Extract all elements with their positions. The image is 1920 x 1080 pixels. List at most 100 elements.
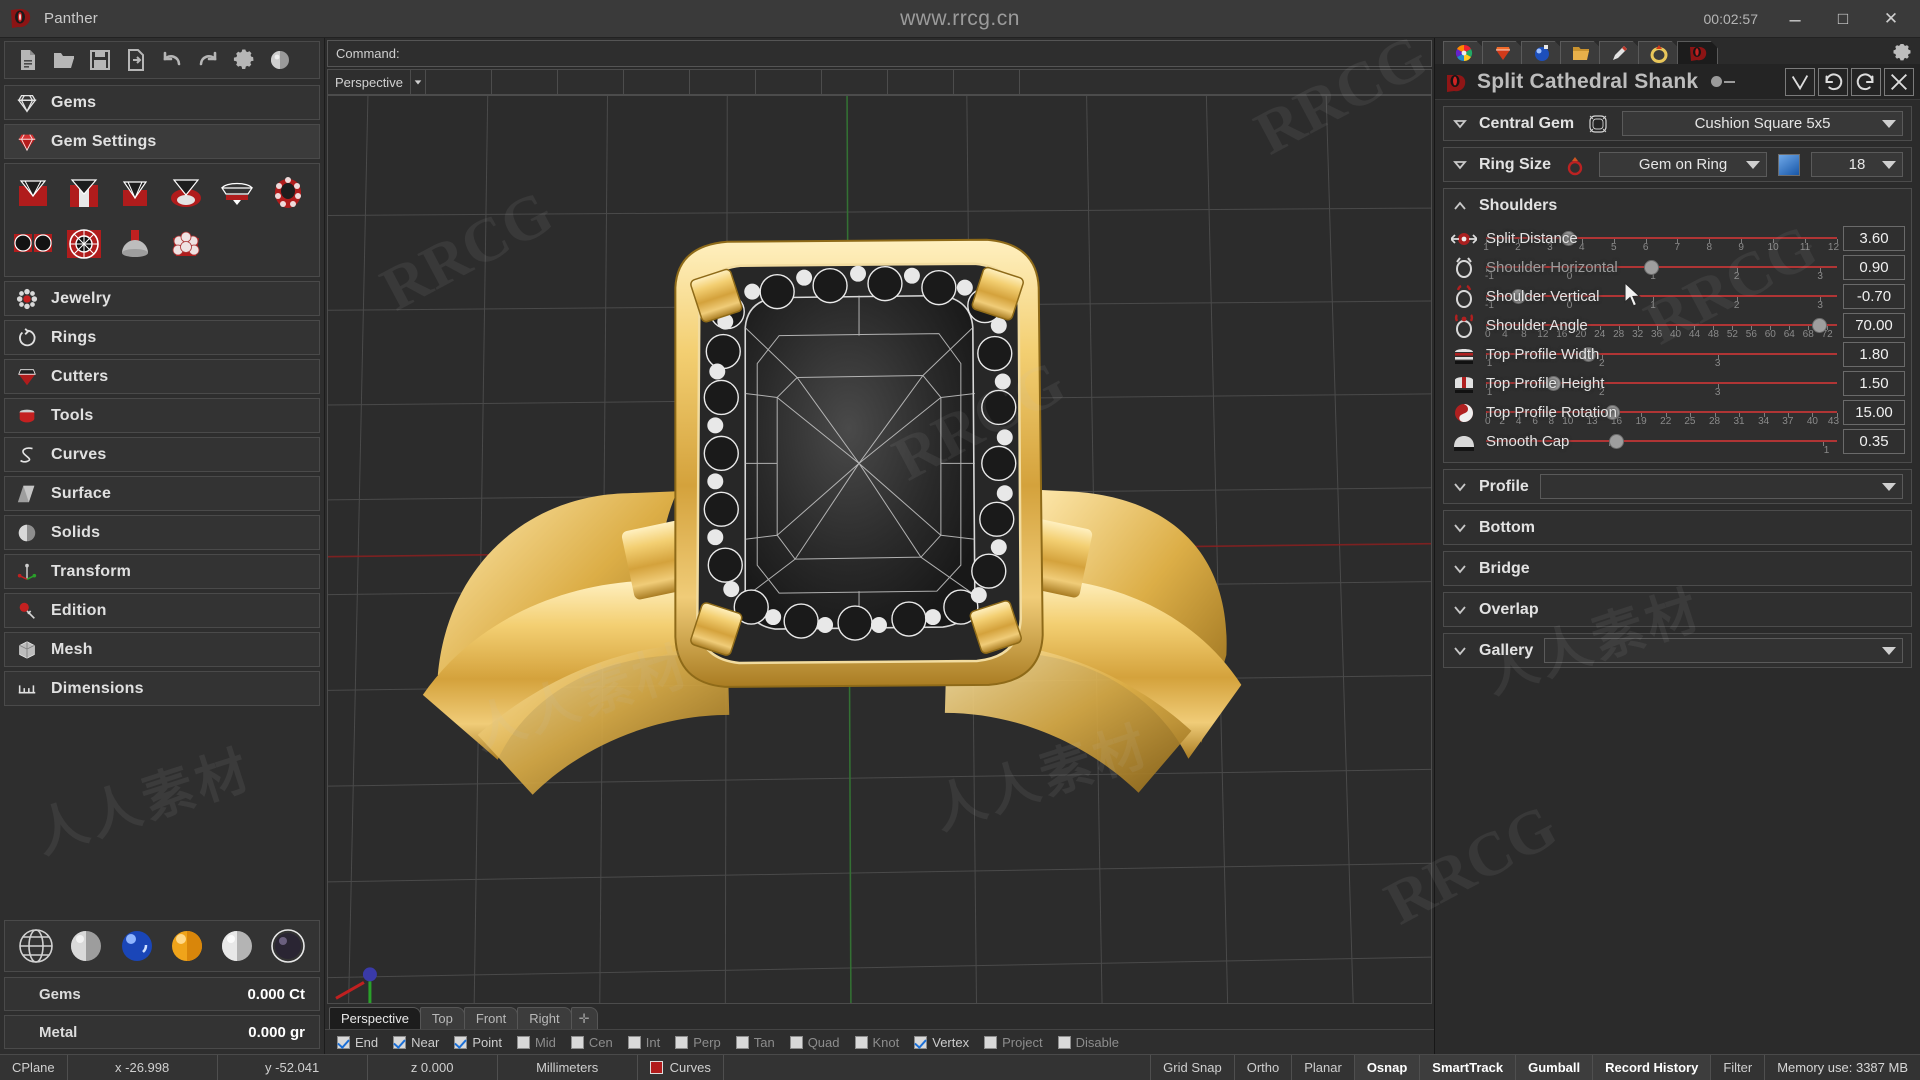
group-header[interactable]: Bottom: [1444, 511, 1911, 544]
viewport-toolbar-cell[interactable]: [822, 70, 888, 94]
checkbox[interactable]: [789, 1035, 803, 1049]
snap-int[interactable]: Int: [622, 1035, 666, 1050]
tab-ring[interactable]: [1638, 41, 1679, 64]
checkbox[interactable]: [454, 1035, 468, 1049]
maximize-button[interactable]: □: [1832, 8, 1854, 30]
snap-knot[interactable]: Knot: [849, 1035, 906, 1050]
globe-icon[interactable]: [16, 926, 56, 966]
slider-value[interactable]: -0.70: [1843, 284, 1905, 309]
viewport-toolbar-cell[interactable]: [492, 70, 558, 94]
group-header[interactable]: Bridge: [1444, 552, 1911, 585]
toggle-osnap[interactable]: Osnap: [1354, 1055, 1421, 1080]
snap-mid[interactable]: Mid: [511, 1035, 562, 1050]
white-sphere-swatch[interactable]: [217, 926, 257, 966]
snap-tan[interactable]: Tan: [730, 1035, 781, 1050]
snap-vertex[interactable]: Vertex: [908, 1035, 975, 1050]
checkbox[interactable]: [1057, 1035, 1071, 1049]
sidebar-item-jewelry[interactable]: Jewelry: [4, 281, 320, 316]
group-header[interactable]: Overlap: [1444, 593, 1911, 626]
gem-pave-round-icon[interactable]: [60, 220, 108, 268]
tab-pencil[interactable]: [1599, 41, 1640, 64]
tab-sphere[interactable]: [1521, 41, 1562, 64]
checkbox[interactable]: [914, 1035, 928, 1049]
checkbox[interactable]: [675, 1035, 689, 1049]
tab-folder[interactable]: [1560, 41, 1601, 64]
save-icon[interactable]: [83, 45, 117, 75]
tab-color-wheel[interactable]: [1443, 41, 1484, 64]
snap-cen[interactable]: Cen: [565, 1035, 619, 1050]
sidebar-item-mesh[interactable]: Mesh: [4, 632, 320, 667]
checkbox[interactable]: [516, 1035, 530, 1049]
slider-value[interactable]: 0.35: [1843, 429, 1905, 454]
toggle-record-history[interactable]: Record History: [1593, 1055, 1712, 1080]
sidebar-item-edition[interactable]: Edition: [4, 593, 320, 628]
viewport-tab-perspective[interactable]: Perspective: [329, 1007, 421, 1029]
check-icon[interactable]: [1785, 67, 1815, 96]
gem-setting-marquise-icon[interactable]: [213, 170, 261, 218]
sidebar-item-rings[interactable]: Rings: [4, 320, 320, 355]
ring-size-color-swatch[interactable]: [1778, 153, 1800, 176]
sidebar-item-surface[interactable]: Surface: [4, 476, 320, 511]
sidebar-item-solids[interactable]: Solids: [4, 515, 320, 550]
chevron-down-icon[interactable]: [1452, 643, 1468, 659]
sidebar-item-cutters[interactable]: Cutters: [4, 359, 320, 394]
chevron-down-icon[interactable]: [1452, 157, 1468, 173]
redo-icon[interactable]: [191, 45, 225, 75]
viewport-toolbar-cell[interactable]: [624, 70, 690, 94]
undo-icon[interactable]: [1818, 67, 1848, 96]
sidebar-item-curves[interactable]: Curves: [4, 437, 320, 472]
viewport-tab-top[interactable]: Top: [419, 1007, 465, 1029]
status-units[interactable]: Millimeters: [498, 1055, 638, 1080]
viewport-toolbar-cell[interactable]: [558, 70, 624, 94]
snap-perp[interactable]: Perp: [669, 1035, 726, 1050]
viewport-toolbar-cell[interactable]: [426, 70, 492, 94]
snap-near[interactable]: Near: [387, 1035, 445, 1050]
close-button[interactable]: ✕: [1880, 8, 1902, 30]
group-header[interactable]: Shoulders: [1444, 189, 1911, 222]
panel-settings-gear-icon[interactable]: [1892, 43, 1912, 63]
snap-point[interactable]: Point: [448, 1035, 508, 1050]
gem-pave-pair-icon[interactable]: [9, 220, 57, 268]
dark-sphere-swatch-selected[interactable]: [268, 926, 308, 966]
ring-size-value-combo[interactable]: 18: [1811, 152, 1903, 177]
checkbox[interactable]: [337, 1035, 350, 1049]
slider-knob[interactable]: [1608, 434, 1624, 449]
checkbox[interactable]: [854, 1035, 868, 1049]
gem-setting-halo-icon[interactable]: [162, 170, 210, 218]
snap-project[interactable]: Project: [978, 1035, 1048, 1050]
toggle-ortho[interactable]: Ortho: [1235, 1055, 1293, 1080]
group-header[interactable]: Central Gem Cushion Square 5x5: [1444, 107, 1911, 140]
toggle-smarttrack[interactable]: SmartTrack: [1420, 1055, 1517, 1080]
gem-setting-prong-icon[interactable]: [60, 170, 108, 218]
chevron-down-icon[interactable]: [1452, 561, 1468, 577]
sidebar-item-tools[interactable]: Tools: [4, 398, 320, 433]
gear-icon[interactable]: [227, 45, 261, 75]
snap-end[interactable]: End: [331, 1035, 384, 1050]
chevron-down-icon[interactable]: [409, 70, 426, 94]
slider-value[interactable]: 70.00: [1843, 313, 1905, 338]
chevron-down-icon[interactable]: [1452, 116, 1468, 132]
gem-setting-basket-icon[interactable]: [9, 170, 57, 218]
viewport-toolbar-cell[interactable]: [756, 70, 822, 94]
chevron-down-icon[interactable]: [1452, 602, 1468, 618]
gem-cluster-dome-icon[interactable]: [162, 220, 210, 268]
status-cplane[interactable]: CPlane: [0, 1055, 68, 1080]
slider-top-profile-height[interactable]: 1 2 3 Top Profile Height 1.50: [1450, 369, 1905, 398]
toggle-filter[interactable]: Filter: [1711, 1055, 1766, 1080]
checkbox[interactable]: [393, 1035, 407, 1049]
slider-value[interactable]: 1.80: [1843, 342, 1905, 367]
toggle-planar[interactable]: Planar: [1292, 1055, 1355, 1080]
silver-sphere-swatch[interactable]: [66, 926, 106, 966]
toggle-gumball[interactable]: Gumball: [1516, 1055, 1594, 1080]
viewport-toolbar-cell[interactable]: [690, 70, 756, 94]
new-file-icon[interactable]: [11, 45, 45, 75]
ring-size-mode-combo[interactable]: Gem on Ring: [1599, 152, 1767, 177]
slider-shoulder-horizontal[interactable]: -1 0 1 2 3 Shoulder Horizontal 0.90: [1450, 253, 1905, 282]
gem-setting-cluster-icon[interactable]: [264, 170, 312, 218]
gem-cutter-cone-icon[interactable]: [111, 220, 159, 268]
gallery-combo[interactable]: [1544, 638, 1903, 663]
group-header[interactable]: Profile: [1444, 470, 1911, 503]
sidebar-item-gem-settings[interactable]: Gem Settings: [4, 124, 320, 159]
chevron-down-icon[interactable]: [1452, 520, 1468, 536]
slider-value[interactable]: 3.60: [1843, 226, 1905, 251]
